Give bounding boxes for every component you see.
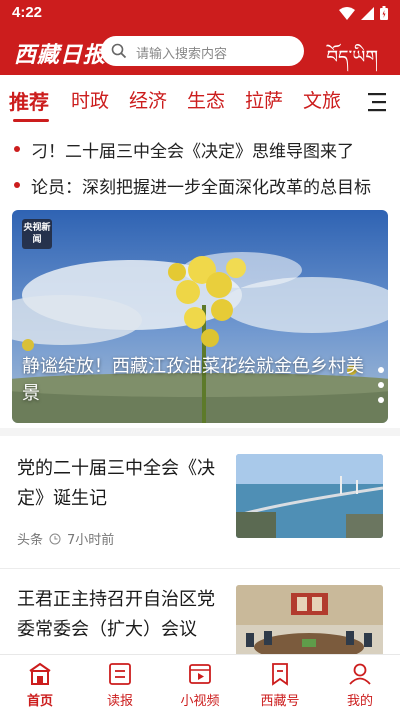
nav-mine[interactable]: 我的	[320, 655, 400, 711]
status-time: 4:22	[12, 4, 43, 21]
news-meta: 头条 7小时前	[17, 529, 114, 548]
nav-tibet-account-label: 西藏号	[260, 694, 300, 709]
ticker-text[interactable]: 论员：深刻把握进一步全面深化改革的总目标	[31, 173, 371, 198]
nav-home-label: 首页	[26, 694, 53, 709]
wifi-icon	[339, 6, 355, 20]
news-thumbnail[interactable]	[236, 454, 383, 538]
ticker-item[interactable]: 刁！二十届三中全会《决定》思维导图来了	[0, 134, 400, 164]
app-root: 4:22 西藏日报 请输入搜索内容 བོད་ཡིག 推荐 时政 经济 生态 拉萨…	[0, 0, 400, 711]
tab-economy[interactable]: 经济	[129, 86, 167, 113]
item-divider	[0, 568, 400, 569]
tab-ecology[interactable]: 生态	[187, 86, 225, 113]
search-placeholder[interactable]: 请输入搜索内容	[136, 43, 227, 62]
cctv-news-badge: 央视新闻	[22, 219, 52, 249]
carousel-dot	[378, 382, 384, 388]
carousel-dot	[378, 397, 384, 403]
news-source: 头条	[17, 533, 44, 548]
newspaper-icon	[109, 663, 131, 685]
carousel-indicator	[378, 367, 384, 403]
search-icon	[111, 43, 127, 59]
nav-read-paper-label: 读报	[106, 694, 133, 709]
top-bar: 4:22 西藏日报 请输入搜索内容 བོད་ཡིག	[0, 0, 400, 75]
nav-short-video-label: 小视频	[180, 694, 220, 709]
battery-icon	[380, 6, 388, 20]
search-bar[interactable]: 请输入搜索内容	[101, 36, 304, 66]
hero-banner[interactable]: 央视新闻 静谧绽放！西藏江孜油菜花绘就金色乡村美景	[12, 210, 388, 423]
bookmark-icon	[272, 663, 288, 686]
status-bar: 4:22	[0, 0, 400, 28]
bottom-navigation: 首页 读报 小视频 西藏号 我的	[0, 654, 400, 711]
signal-icon	[361, 6, 374, 20]
section-divider	[0, 428, 400, 436]
app-header: 西藏日报 请输入搜索内容 བོད་ཡིག	[0, 30, 400, 72]
app-logo[interactable]: 西藏日报	[14, 37, 106, 69]
tab-culture-travel[interactable]: 文旅	[303, 86, 341, 113]
news-title[interactable]: 王君正主持召开自治区党委常委会（扩大）会议	[17, 585, 227, 645]
channel-tabs: 推荐 时政 经济 生态 拉萨 文旅	[0, 86, 400, 122]
tab-politics[interactable]: 时政	[71, 86, 109, 113]
news-thumbnail-image	[236, 454, 383, 538]
nav-mine-label: 我的	[346, 694, 373, 709]
hero-caption[interactable]: 静谧绽放！西藏江孜油菜花绘就金色乡村美景	[22, 353, 367, 407]
tibetan-language-switch[interactable]: བོད་ཡིག	[327, 38, 378, 88]
nav-tibet-account[interactable]: 西藏号	[240, 655, 320, 711]
news-title[interactable]: 党的二十届三中全会《决定》诞生记	[17, 454, 227, 514]
home-icon	[29, 662, 51, 685]
channel-menu-icon[interactable]	[366, 90, 388, 114]
video-icon	[189, 664, 211, 684]
status-icons	[339, 6, 388, 20]
tab-recommend[interactable]: 推荐	[9, 86, 49, 115]
clock-icon	[49, 533, 61, 544]
ticker-bullet	[14, 146, 20, 152]
carousel-dot	[378, 367, 384, 373]
active-tab-indicator	[13, 119, 49, 122]
tab-lhasa[interactable]: 拉萨	[245, 86, 283, 113]
news-time: 7小时前	[67, 533, 115, 548]
nav-short-video[interactable]: 小视频	[160, 655, 240, 711]
nav-home[interactable]: 首页	[0, 655, 80, 711]
ticker-bullet	[14, 182, 20, 188]
nav-read-paper[interactable]: 读报	[80, 655, 160, 711]
ticker-item[interactable]: 论员：深刻把握进一步全面深化改革的总目标	[0, 170, 400, 200]
ticker-text[interactable]: 刁！二十届三中全会《决定》思维导图来了	[31, 137, 354, 162]
user-icon	[349, 663, 371, 685]
